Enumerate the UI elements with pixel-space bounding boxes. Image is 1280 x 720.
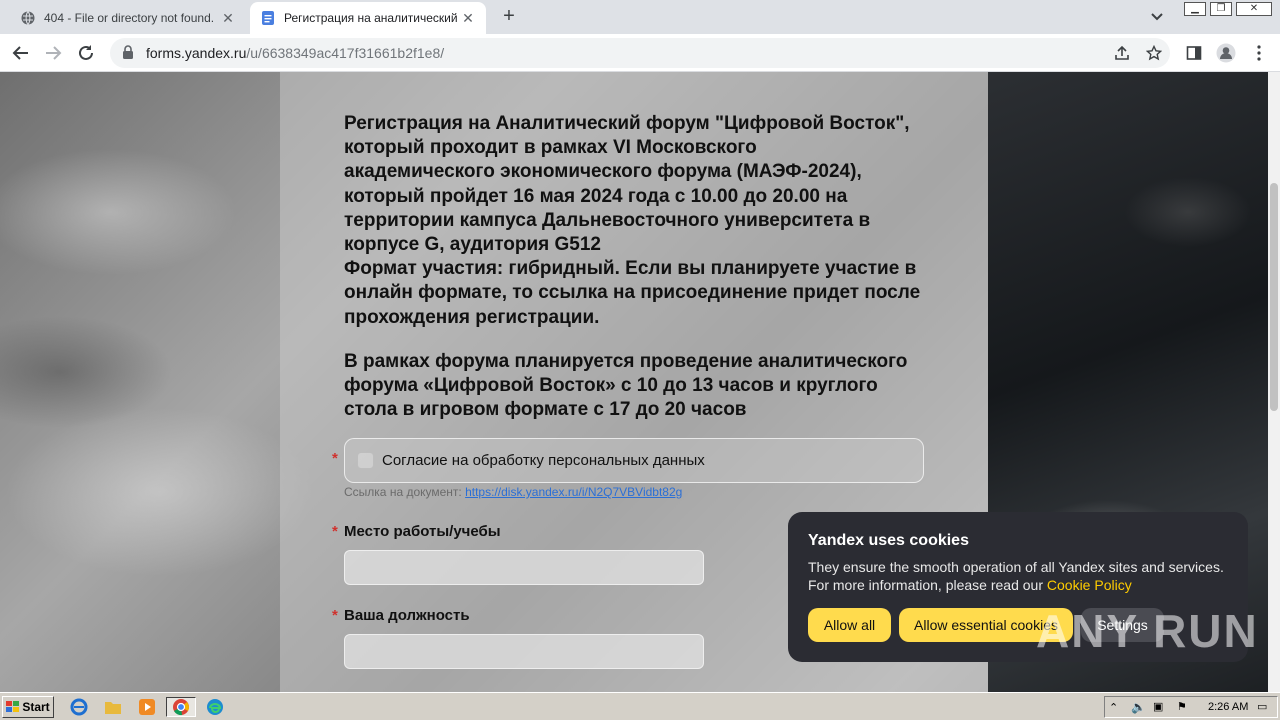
watermark: ANY RUN [1036, 605, 1259, 657]
notification-icon[interactable]: ▭ [1257, 700, 1267, 713]
chevron-down-icon[interactable] [1150, 9, 1170, 25]
workplace-input[interactable] [344, 550, 704, 585]
required-mark: * [332, 450, 338, 467]
intro-paragraph: Регистрация на Аналитический форум "Цифр… [344, 113, 921, 328]
profile-avatar-icon[interactable] [1216, 43, 1236, 63]
doc-link-line: Ссылка на документ: https://disk.yandex.… [344, 485, 682, 499]
tab-title: 404 - File or directory not found. [44, 11, 215, 25]
share-icon[interactable] [1112, 43, 1132, 63]
side-panel-icon[interactable] [1184, 43, 1204, 63]
windows-logo-icon [6, 701, 20, 713]
close-icon[interactable]: ✕ [460, 10, 476, 26]
chevron-up-icon[interactable]: ⌃ [1109, 701, 1118, 714]
consent-label: Согласие на обработку персональных данны… [382, 452, 705, 469]
cookie-policy-link[interactable]: Cookie Policy [1047, 577, 1132, 593]
tab-registration[interactable]: Регистрация на аналитический фо ✕ [250, 2, 486, 34]
forward-icon[interactable] [42, 42, 64, 64]
cookie-text: They ensure the smooth operation of all … [808, 558, 1228, 594]
taskbar: Start ⌃ 🔈 ▣ ⚑ ▭ 2:26 AM [0, 692, 1280, 720]
volume-icon[interactable]: 🔈 [1131, 700, 1146, 714]
intro-paragraph: В рамках форума планируется проведение а… [344, 350, 908, 421]
tab-title: Регистрация на аналитический фо [284, 11, 460, 25]
file-explorer-icon[interactable] [102, 697, 124, 717]
consent-checkbox-row[interactable]: Согласие на обработку персональных данны… [344, 438, 924, 483]
minimize-button[interactable]: ▁ [1184, 2, 1206, 16]
bookmark-star-icon[interactable] [1144, 43, 1164, 63]
tab-404[interactable]: 404 - File or directory not found. ✕ [10, 2, 246, 34]
back-icon[interactable] [10, 42, 32, 64]
start-button[interactable]: Start [2, 696, 54, 718]
network-icon[interactable]: ▣ [1153, 700, 1163, 713]
flag-icon[interactable]: ⚑ [1177, 700, 1187, 713]
chrome-icon[interactable] [166, 697, 196, 717]
media-player-icon[interactable] [136, 697, 158, 717]
cookie-description: They ensure the smooth operation of all … [808, 559, 1224, 593]
browser-tab-bar: 404 - File or directory not found. ✕ Рег… [0, 0, 1280, 34]
required-mark: * [332, 607, 338, 624]
doc-link[interactable]: https://disk.yandex.ru/i/N2Q7VBVidbt82g [465, 485, 682, 499]
cookie-title: Yandex uses cookies [808, 532, 969, 549]
clock: 2:26 AM [1208, 701, 1249, 713]
workplace-label: Место работы/учебы [344, 523, 501, 540]
url-path: /u/6638349ac417f31661b2f1e8/ [246, 45, 445, 61]
restore-button[interactable]: ❐ [1210, 2, 1232, 16]
scrollbar-thumb[interactable] [1270, 183, 1278, 411]
close-icon[interactable]: ✕ [220, 10, 236, 26]
reload-icon[interactable] [75, 42, 97, 64]
browser-toolbar: forms.yandex.ru/u/6638349ac417f31661b2f1… [0, 34, 1280, 72]
position-input[interactable] [344, 634, 704, 669]
edge-icon[interactable] [204, 697, 226, 717]
kebab-menu-icon[interactable] [1249, 43, 1269, 63]
consent-checkbox[interactable] [357, 452, 374, 469]
doc-link-prefix: Ссылка на документ: [344, 485, 466, 499]
position-label: Ваша должность [344, 607, 470, 624]
address-bar[interactable]: forms.yandex.ru/u/6638349ac417f31661b2f1… [110, 38, 1170, 68]
internet-explorer-icon[interactable] [68, 697, 90, 717]
allow-all-button[interactable]: Allow all [808, 608, 891, 642]
new-tab-button[interactable]: + [498, 6, 520, 28]
lock-icon [122, 45, 136, 61]
forms-icon [260, 10, 276, 26]
start-label: Start [22, 700, 50, 714]
url-host: forms.yandex.ru [146, 45, 247, 61]
globe-icon [20, 10, 36, 26]
form-intro: Регистрация на Аналитический форум "Цифр… [344, 112, 934, 422]
close-window-button[interactable]: ✕ [1236, 2, 1272, 16]
system-tray: ⌃ 🔈 ▣ ⚑ ▭ [1104, 696, 1278, 718]
required-mark: * [332, 523, 338, 540]
